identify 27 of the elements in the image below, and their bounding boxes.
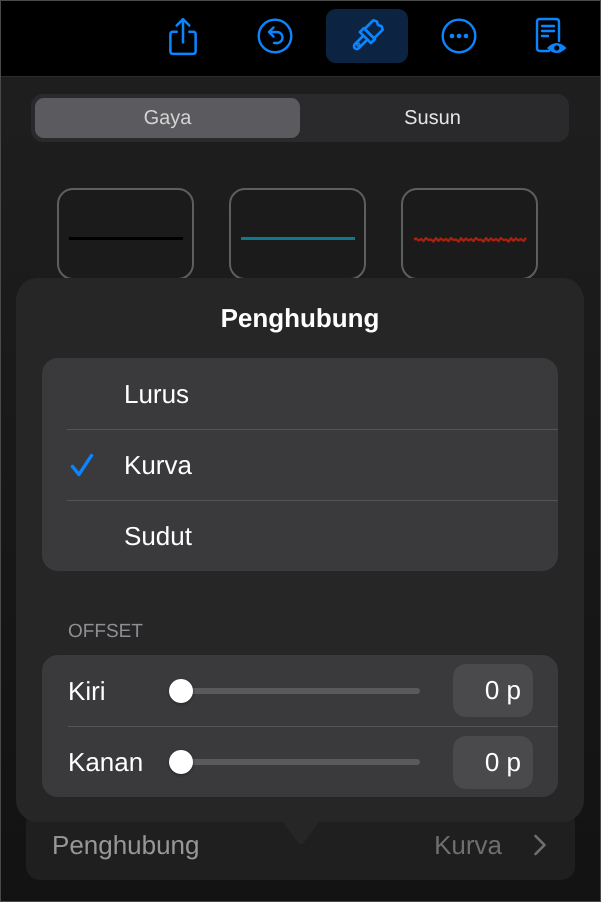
slider-label: Kanan: [68, 747, 144, 777]
line-style-option[interactable]: [229, 188, 366, 280]
slider-label: Kiri: [68, 676, 107, 706]
slider-track[interactable]: [169, 678, 420, 702]
option-item[interactable]: Kurva: [67, 429, 558, 500]
segmented-control[interactable]: Gaya Susun: [31, 94, 569, 142]
slider-thumb[interactable]: [169, 678, 193, 702]
popover-title: Penghubung: [220, 302, 380, 334]
section-heading: OFFSET: [68, 620, 144, 644]
option-item[interactable]: Lurus: [67, 358, 558, 429]
more-icon: [441, 18, 477, 54]
undo-icon: [257, 18, 293, 54]
slider-track[interactable]: [169, 750, 420, 774]
document-eye-icon: [534, 17, 568, 55]
slider-thumb[interactable]: [169, 750, 193, 774]
setting-value: Kurva: [434, 830, 502, 860]
line-style-option[interactable]: [401, 188, 538, 280]
segment-tab[interactable]: Susun: [300, 98, 565, 138]
chevron-right-icon: [533, 834, 547, 856]
toolbar-button[interactable]: [326, 9, 408, 63]
value-field[interactable]: 0 p: [453, 664, 533, 717]
share-icon: [167, 16, 199, 56]
value-field[interactable]: 0 p: [453, 736, 533, 788]
segment-tab[interactable]: Gaya: [35, 98, 300, 138]
line-style-option[interactable]: [57, 188, 194, 280]
setting-label: Penghubung: [52, 830, 200, 860]
option-item[interactable]: Sudut: [67, 500, 558, 571]
